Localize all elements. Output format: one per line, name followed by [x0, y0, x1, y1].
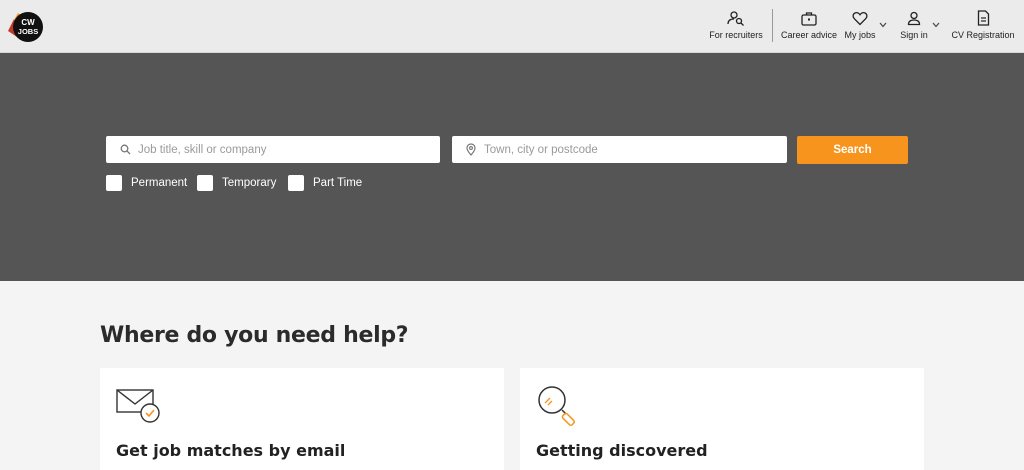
location-pin-icon — [464, 143, 478, 157]
my-jobs-link[interactable]: My jobs — [843, 9, 877, 43]
envelope-check-icon — [116, 384, 162, 429]
nav-divider — [772, 9, 773, 42]
checkbox-box[interactable] — [288, 175, 304, 191]
magnifier-icon — [536, 384, 582, 435]
search-icon — [118, 143, 132, 157]
my-jobs-chevron-down-icon[interactable] — [879, 22, 887, 28]
keyword-field[interactable] — [106, 136, 440, 163]
svg-text:JOBS: JOBS — [18, 27, 38, 36]
part-time-label: Part Time — [313, 177, 363, 189]
location-input[interactable] — [484, 143, 764, 156]
svg-text:CW: CW — [21, 18, 35, 27]
help-section-title: Where do you need help? — [100, 323, 409, 348]
permanent-checkbox[interactable]: Permanent — [106, 175, 187, 191]
recruiter-search-icon — [727, 9, 745, 27]
sign-in-link[interactable]: Sign in — [898, 9, 930, 43]
for-recruiters-link[interactable]: For recruiters — [708, 9, 764, 43]
sign-in-label: Sign in — [900, 30, 928, 40]
cv-registration-label: CV Registration — [951, 30, 1015, 40]
career-advice-link[interactable]: Career advice — [780, 9, 838, 43]
my-jobs-label: My jobs — [844, 30, 876, 40]
search-button[interactable]: Search — [797, 136, 908, 164]
document-icon — [977, 9, 990, 27]
card-title: Getting discovered — [536, 441, 708, 460]
temporary-checkbox[interactable]: Temporary — [197, 175, 276, 191]
keyword-input[interactable] — [138, 143, 418, 156]
site-header: CW JOBS For recruiters Career advice My … — [0, 0, 1024, 53]
search-hero: Search Permanent Temporary Part Time — [0, 53, 1024, 281]
cwjobs-logo[interactable]: CW JOBS — [6, 9, 48, 45]
heart-icon — [852, 9, 868, 27]
location-field[interactable] — [452, 136, 787, 163]
sign-in-chevron-down-icon[interactable] — [932, 22, 940, 28]
card-title: Get job matches by email — [116, 441, 346, 460]
getting-discovered-card[interactable]: Getting discovered — [520, 368, 924, 470]
job-matches-card[interactable]: Get job matches by email — [100, 368, 504, 470]
user-icon — [907, 9, 921, 27]
career-advice-label: Career advice — [780, 30, 838, 40]
for-recruiters-label: For recruiters — [709, 30, 763, 40]
briefcase-icon — [801, 9, 817, 27]
cv-registration-link[interactable]: CV Registration — [951, 9, 1015, 43]
checkbox-box[interactable] — [106, 175, 122, 191]
checkbox-box[interactable] — [197, 175, 213, 191]
part-time-checkbox[interactable]: Part Time — [288, 175, 362, 191]
temporary-label: Temporary — [222, 177, 277, 189]
permanent-label: Permanent — [131, 177, 188, 189]
